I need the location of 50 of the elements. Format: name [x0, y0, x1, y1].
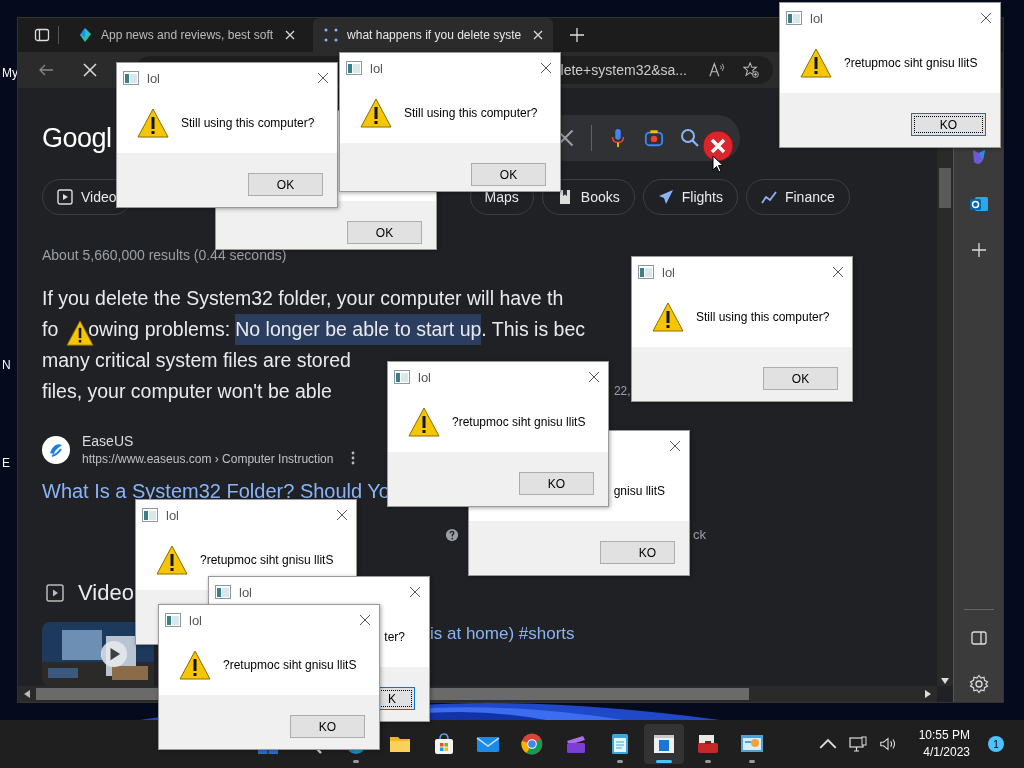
section-heading: Video: [78, 580, 134, 606]
dialog-message: ?retupmoc siht gnisu llitS: [844, 56, 978, 70]
snippet-text: owing problems:: [88, 317, 231, 342]
window-title: lol: [239, 584, 252, 600]
window-title: lol: [147, 70, 160, 86]
site-url: https://www.easeus.com › Computer Instruction: [82, 452, 334, 466]
notification-badge[interactable]: 1: [988, 736, 1004, 752]
filter-chip[interactable]: Books: [541, 179, 635, 215]
feedback-text[interactable]: ck: [693, 527, 706, 542]
dialog-button[interactable]: OK: [248, 173, 323, 196]
result-stats: About 5,660,000 results (0.44 seconds): [42, 247, 287, 263]
dialog-message: Still using this computer?: [696, 310, 830, 324]
desktop-icon-label[interactable]: My: [2, 66, 18, 80]
browser-tab[interactable]: what happens if you delete syste: [313, 18, 554, 52]
dialog-message: Still using this computer?: [181, 116, 315, 130]
dialog-button[interactable]: KO: [911, 113, 986, 136]
snippet-text: many critical system files are stored: [42, 348, 351, 373]
snippet-text: If you delete the System32 folder, your computer will have th: [42, 286, 564, 311]
dialog-message: Still using this computer?: [404, 106, 538, 120]
desktop-icon-label[interactable]: E: [2, 456, 10, 470]
dialog-message: ter?: [384, 630, 405, 644]
dialog-button[interactable]: KO: [290, 715, 365, 738]
dialog-button[interactable]: OK: [347, 221, 422, 244]
filter-chip[interactable]: Flights: [642, 179, 738, 215]
window-title: lol: [189, 612, 202, 628]
highlighted-text: No longer be able to start up: [235, 314, 482, 345]
window-title: lol: [370, 60, 383, 76]
window-title: lol: [662, 264, 675, 280]
dialog-message: ?retupmoc siht gnisu llitS: [223, 658, 357, 672]
dialog-button[interactable]: KO: [600, 541, 675, 564]
dialog-message: gnisu llitS: [613, 484, 665, 498]
window-title: lol: [810, 10, 823, 26]
dialog-button[interactable]: OK: [471, 163, 546, 186]
window-title: lol: [166, 507, 179, 523]
site-name: EaseUS: [82, 433, 135, 449]
browser-tab[interactable]: App news and reviews, best soft: [67, 18, 306, 52]
snippet-text: fo: [42, 317, 59, 342]
desktop-icon-label[interactable]: N: [2, 358, 11, 372]
window-title: lol: [418, 369, 431, 385]
filter-chip[interactable]: Finance: [745, 179, 850, 215]
snippet-text: . This is bec: [481, 317, 585, 342]
dialog-message: ?retupmoc siht gnisu llitS: [200, 553, 334, 567]
snippet-text: files, your computer won't be able: [42, 379, 332, 404]
video-title-link[interactable]: is at home) #shorts: [430, 624, 575, 644]
snippet-date: 22,: [613, 383, 631, 400]
dialog-button[interactable]: KO: [519, 472, 594, 495]
clock-time[interactable]: 10:55 PM: [918, 727, 970, 744]
clock-date[interactable]: 4/1/2023: [923, 744, 970, 761]
dialog-button[interactable]: OK: [763, 367, 838, 390]
dialog-message: ?retupmoc siht gnisu llitS: [452, 415, 586, 429]
